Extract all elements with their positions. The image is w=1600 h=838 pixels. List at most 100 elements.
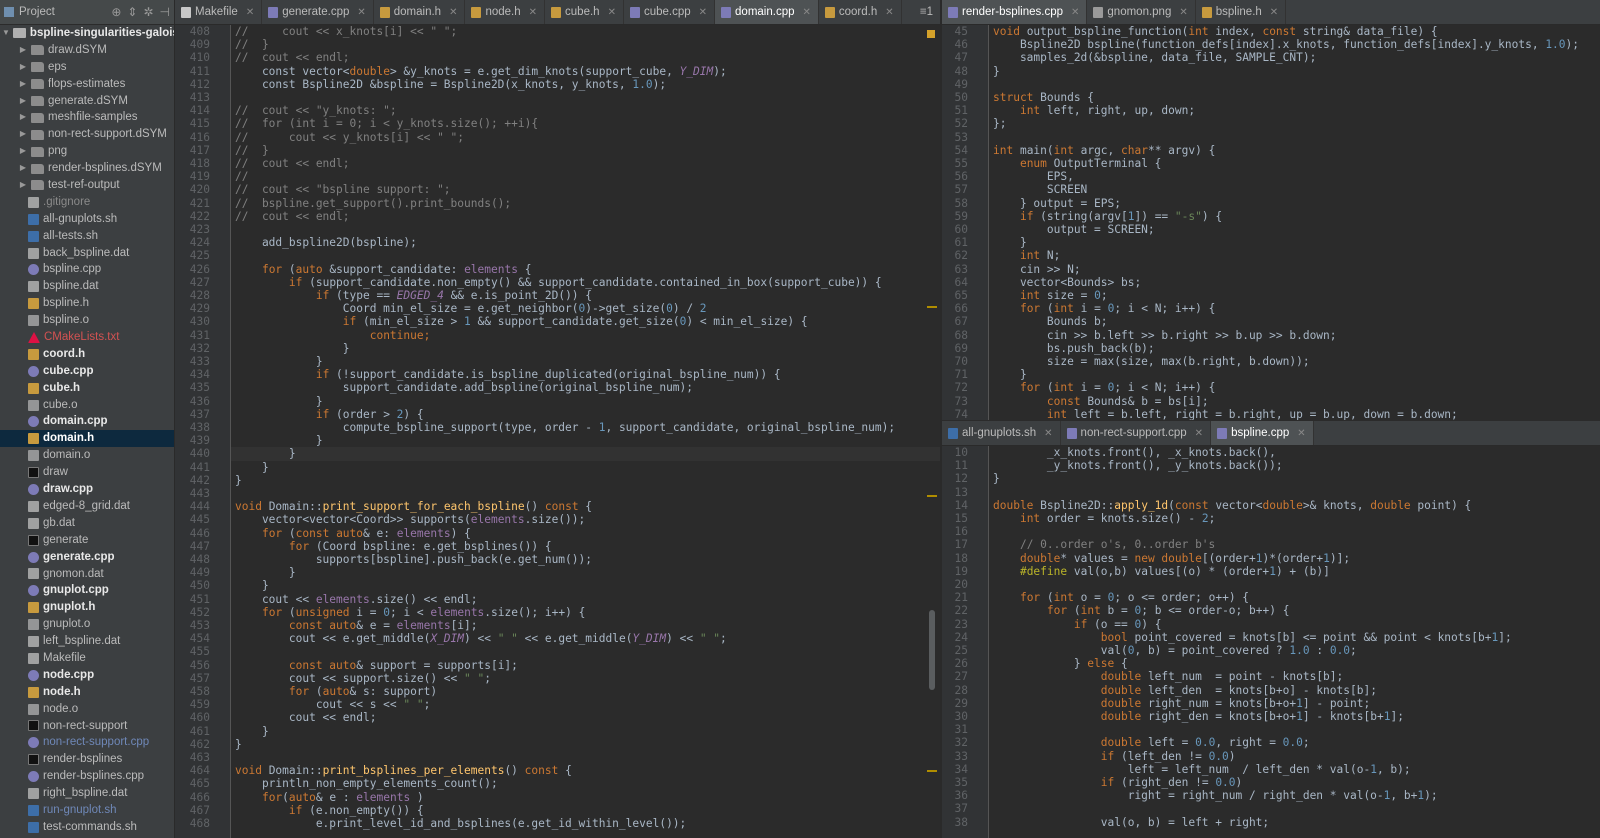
code-line[interactable]: // for (int i = 0; i < y_knots.size(); +…: [235, 117, 538, 130]
settings-gear-icon[interactable]: ✲: [143, 5, 153, 19]
editor-tab[interactable]: bspline.cpp ✕: [1211, 421, 1314, 445]
project-tree-item[interactable]: Makefile: [0, 650, 174, 667]
project-tree-item[interactable]: draw: [0, 464, 174, 481]
project-tree-item[interactable]: gnuplot.cpp: [0, 582, 174, 599]
editor-tab[interactable]: all-gnuplots.sh ✕: [942, 421, 1061, 445]
code-line[interactable]: }: [993, 368, 1027, 381]
project-tree-item[interactable]: all-gnuplots.sh: [0, 211, 174, 228]
project-tree-item[interactable]: cube.cpp: [0, 363, 174, 380]
code-line[interactable]: // cout << endl;: [235, 51, 350, 64]
code-line[interactable]: val(0, b) = point_covered ? 1.0 : 0.0;: [993, 644, 1357, 657]
project-tree-item[interactable]: generate: [0, 532, 174, 549]
code-line[interactable]: cin >> b.left >> b.right >> b.up >> b.do…: [993, 329, 1337, 342]
project-tree-item[interactable]: right_bspline.dat: [0, 785, 174, 802]
code-line[interactable]: bs.push_back(b);: [993, 342, 1155, 355]
code-line[interactable]: for (int o = 0; o <= order; o++) {: [993, 591, 1249, 604]
editor-tab[interactable]: cube.h ✕: [545, 0, 624, 24]
editor-tab[interactable]: cube.cpp ✕: [624, 0, 716, 24]
scroll-from-source-icon[interactable]: ⊕: [111, 5, 121, 19]
code-line[interactable]: for (auto& s: support): [235, 685, 437, 698]
collapse-arrow-icon[interactable]: ▶: [18, 93, 28, 110]
code-line[interactable]: double* values = new double[(order+ 1)*(o…: [993, 552, 1350, 565]
code-line[interactable]: void Domain::print_support_for_each_bspl…: [235, 500, 592, 513]
code-line[interactable]: }: [235, 355, 323, 368]
collapse-arrow-icon[interactable]: ▶: [18, 42, 28, 59]
code-line[interactable]: }: [235, 447, 296, 460]
close-tab-icon[interactable]: ✕: [1179, 7, 1187, 18]
code-line[interactable]: }: [235, 566, 296, 579]
project-tree-item[interactable]: all-tests.sh: [0, 228, 174, 245]
code-line[interactable]: };: [993, 117, 1006, 130]
code-line[interactable]: _x_knots.front(), _x_knots.back(),: [993, 446, 1276, 459]
collapse-arrow-icon[interactable]: ▶: [18, 126, 28, 143]
code-line[interactable]: if (o == 0) {: [993, 618, 1162, 631]
code-line[interactable]: //: [235, 170, 248, 183]
code-line[interactable]: enum OutputTerminal {: [993, 157, 1161, 170]
project-tree-item[interactable]: ▶ flops-estimates: [0, 76, 174, 93]
right-bottom-editor-code[interactable]: _x_knots.front(), _x_knots.back(), _y_kn…: [989, 446, 1600, 838]
code-line[interactable]: const vector<double> &y_knots = e.get_di…: [235, 65, 727, 78]
code-line[interactable]: // }: [235, 144, 269, 157]
editor-tab[interactable]: node.h ✕: [465, 0, 546, 24]
collapse-arrow-icon[interactable]: ▶: [18, 76, 28, 93]
close-tab-icon[interactable]: ✕: [246, 7, 254, 18]
project-tree-item[interactable]: ▶ generate.dSYM: [0, 93, 174, 110]
code-line[interactable]: double left = 0.0, right = 0.0;: [993, 736, 1310, 749]
project-tree-item[interactable]: render-bsplines: [0, 751, 174, 768]
project-tree-item[interactable]: render-bsplines.cpp: [0, 768, 174, 785]
editor-tab[interactable]: generate.cpp ✕: [262, 0, 374, 24]
expand-arrow-icon[interactable]: ▼: [2, 25, 10, 42]
left-editor-code[interactable]: // cout << x_knots[i] << " ";// }// cout…: [231, 25, 940, 838]
project-panel-title[interactable]: Project: [19, 6, 55, 18]
code-line[interactable]: void output_bspline_function(int index, …: [993, 25, 1438, 38]
code-line[interactable]: const Bspline2D &bspline = Bspline2D(x_k…: [235, 78, 666, 91]
project-tree-item[interactable]: ▶ meshfile-samples: [0, 109, 174, 126]
code-line[interactable]: }: [993, 65, 1000, 78]
code-line[interactable]: }: [235, 474, 242, 487]
project-tree-item[interactable]: bspline.cpp: [0, 261, 174, 278]
code-line[interactable]: cin >> N;: [993, 263, 1081, 276]
code-line[interactable]: _y_knots.front(), _y_knots.back());: [993, 459, 1283, 472]
project-tree-item[interactable]: ▼ bspline-singularities-galois: [0, 25, 174, 42]
code-line[interactable]: const auto& e = elements[i];: [235, 619, 478, 632]
code-line[interactable]: // cout << x_knots[i] << " ";: [235, 25, 457, 38]
code-line[interactable]: if (!support_candidate.is_bspline_duplic…: [235, 368, 781, 381]
project-tree-item[interactable]: gnuplot.h: [0, 599, 174, 616]
editor-tab[interactable]: render-bsplines.cpp ✕: [942, 0, 1088, 24]
code-line[interactable]: #define val(o,b) values[(o) * (order+1) …: [993, 565, 1330, 578]
code-line[interactable]: cout << s << " ";: [235, 698, 431, 711]
code-line[interactable]: // cout << "bspline support: ";: [235, 183, 451, 196]
code-line[interactable]: println_non_empty_elements_count();: [235, 777, 498, 790]
code-line[interactable]: if (string(argv[1]) == "-s") {: [993, 210, 1222, 223]
code-line[interactable]: }: [235, 579, 269, 592]
close-tab-icon[interactable]: ✕: [1071, 7, 1079, 18]
project-tree-item[interactable]: bspline.h: [0, 295, 174, 312]
project-tree-item[interactable]: edged-8_grid.dat: [0, 498, 174, 515]
code-line[interactable]: support_candidate.add_bspline(original_b…: [235, 381, 693, 394]
code-line[interactable]: // cout << y_knots[i] << " ";: [235, 131, 464, 144]
code-line[interactable]: output = SCREEN;: [993, 223, 1155, 236]
code-line[interactable]: // cout << endl;: [235, 210, 350, 223]
code-line[interactable]: // 0..order o's, 0..order b's: [993, 538, 1215, 551]
code-line[interactable]: }: [235, 461, 269, 474]
code-line[interactable]: if (e.non_empty()) {: [235, 804, 424, 817]
code-line[interactable]: cout << e.get_middle(X_DIM) << " " << e.…: [235, 632, 727, 645]
code-line[interactable]: }: [235, 738, 242, 751]
code-line[interactable]: add_bspline2D(bspline);: [235, 236, 417, 249]
code-line[interactable]: for (int b = 0; b <= order-o; b++) {: [993, 604, 1290, 617]
close-tab-icon[interactable]: ✕: [803, 7, 811, 18]
code-line[interactable]: Bounds b;: [993, 315, 1108, 328]
code-line[interactable]: cout << endl;: [235, 711, 377, 724]
editor-tab[interactable]: gnomon.png ✕: [1087, 0, 1196, 24]
code-line[interactable]: left = left_num / left_den * val(o-1, b)…: [993, 763, 1411, 776]
editor-tab[interactable]: coord.h ✕: [819, 0, 902, 24]
close-tab-icon[interactable]: ✕: [357, 7, 365, 18]
code-line[interactable]: struct Bounds {: [993, 91, 1094, 104]
code-line[interactable]: const auto& support = supports[i];: [235, 659, 518, 672]
close-tab-icon[interactable]: ✕: [449, 7, 457, 18]
code-line[interactable]: samples_2d(&bspline, data_file, SAMPLE_C…: [993, 51, 1316, 64]
code-line[interactable]: if (support_candidate.non_empty() && sup…: [235, 276, 882, 289]
code-line[interactable]: EPS,: [993, 170, 1074, 183]
collapse-arrow-icon[interactable]: ▶: [18, 143, 28, 160]
code-line[interactable]: for (Coord bspline: e.get_bsplines()) {: [235, 540, 552, 553]
